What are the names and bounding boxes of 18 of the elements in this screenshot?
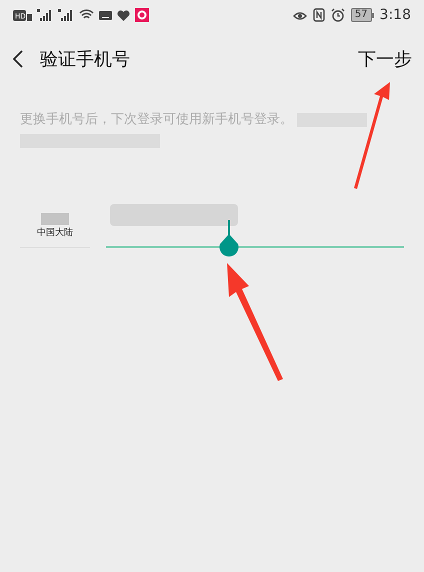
phone-input-field[interactable] <box>106 204 404 248</box>
clock-time: 3:18 <box>380 6 411 24</box>
signal-icon <box>58 9 74 21</box>
eye-icon <box>292 10 307 20</box>
page-title: 验证手机号 <box>40 48 130 72</box>
app-icon <box>135 8 149 22</box>
redacted-block <box>41 213 69 225</box>
battery-level: 57 <box>350 8 372 22</box>
next-step-button[interactable]: 下一步 <box>358 46 412 72</box>
alarm-icon <box>330 8 345 22</box>
heart-icon <box>117 10 130 20</box>
signal-icon <box>37 9 53 21</box>
nfc-icon <box>312 8 325 22</box>
wifi-icon <box>79 9 94 21</box>
region-label: 中国大陆 <box>37 227 73 240</box>
keyboard-icon <box>99 10 112 20</box>
cursor-handle-icon[interactable] <box>218 220 240 260</box>
notice-text: 更换手机号后，下次登录可使用新手机号登录。 <box>20 111 293 129</box>
